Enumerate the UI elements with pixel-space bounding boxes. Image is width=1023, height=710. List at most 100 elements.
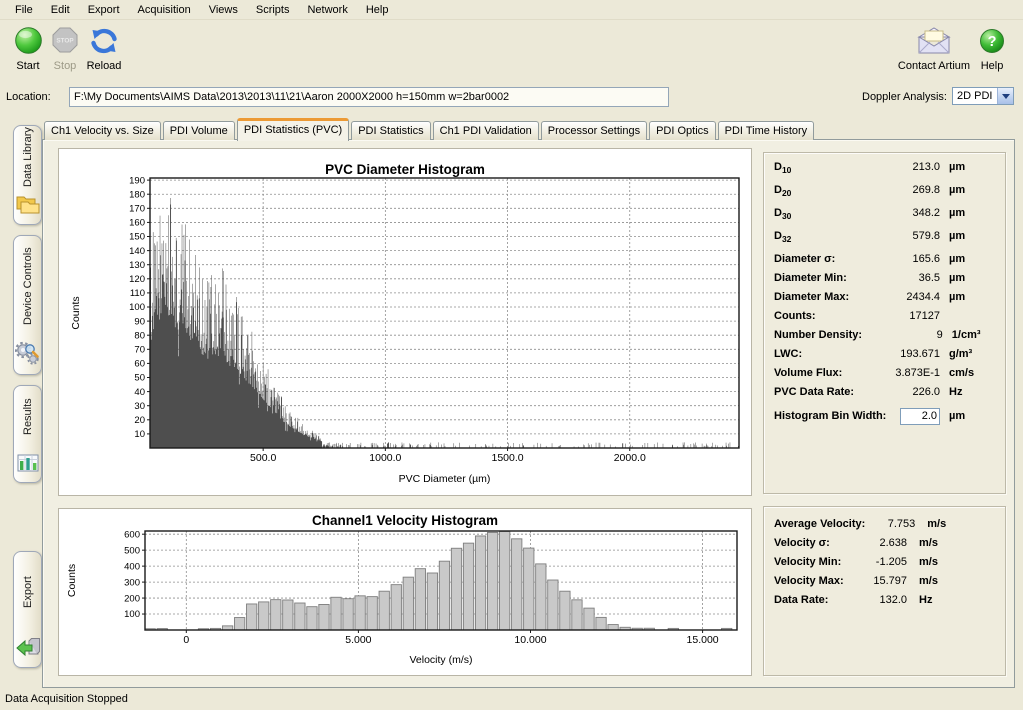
stat-unit: m/s (907, 575, 995, 587)
svg-text:2000.0: 2000.0 (614, 452, 646, 464)
svg-text:PVC Diameter Histogram: PVC Diameter Histogram (325, 162, 485, 177)
stat-label: Velocity Min: (774, 556, 851, 568)
channel1-velocity-histogram-chart: 10020030040050060005.00010.00015.000Chan… (59, 509, 751, 675)
contact-artium-button[interactable]: Contact Artium (896, 26, 972, 72)
aims-application-window: { "menu": {"items": ["File","Edit","Expo… (0, 0, 1023, 710)
stat-label: Diameter Min: (774, 272, 854, 284)
svg-text:120: 120 (129, 274, 145, 285)
combobox-dropdown-button[interactable] (997, 88, 1013, 104)
histogram-bin-width-input[interactable] (900, 408, 940, 425)
stat-label: Diameter Max: (774, 291, 854, 303)
stat-label: Data Rate: (774, 594, 851, 606)
stat-value: 165.6 (854, 253, 940, 265)
tab-pdi-time-history[interactable]: PDI Time History (718, 121, 815, 140)
stop-button[interactable]: STOP Stop (48, 26, 82, 72)
sidebar-item-results[interactable]: Results (13, 385, 42, 483)
stat-label: Average Velocity: (774, 518, 865, 530)
help-button-label: Help (972, 60, 1012, 72)
tab-pdi-statistics-pvc[interactable]: PDI Statistics (PVC) (237, 118, 349, 141)
menu-item-export[interactable]: Export (79, 2, 129, 18)
svg-text:15.000: 15.000 (687, 634, 719, 646)
stat-row-diameter-min: Diameter Min:36.5µm (764, 272, 1005, 291)
svg-text:130: 130 (129, 260, 145, 271)
pvc-diameter-histogram-panel: 1020304050607080901001101201301401501601… (58, 148, 752, 496)
stat-label: Velocity Max: (774, 575, 851, 587)
results-chart-icon (16, 452, 40, 477)
menu-item-file[interactable]: File (6, 2, 42, 18)
sidebar-item-data-library[interactable]: Data Library (13, 125, 42, 225)
stat-row-velocity: Velocity σ:2.638m/s (764, 537, 1005, 556)
svg-text:400: 400 (124, 561, 140, 572)
svg-text:190: 190 (129, 175, 145, 186)
location-field[interactable]: F:\My Documents\AIMS Data\2013\2013\11\2… (69, 87, 669, 107)
svg-text:STOP: STOP (56, 38, 74, 45)
svg-text:600: 600 (124, 529, 140, 540)
menu-item-network[interactable]: Network (298, 2, 356, 18)
start-icon (8, 26, 48, 56)
tab-pdi-volume[interactable]: PDI Volume (163, 121, 235, 140)
stat-unit: µm (940, 272, 995, 284)
gears-icon (15, 341, 40, 369)
stat-value: 269.8 (854, 184, 940, 196)
svg-text:300: 300 (124, 577, 140, 588)
stat-label: D30 (774, 207, 854, 221)
stat-row-diameter-max: Diameter Max:2434.4µm (764, 291, 1005, 310)
tab-pdi-statistics[interactable]: PDI Statistics (351, 121, 430, 140)
stat-unit: µm (940, 253, 995, 265)
stat-unit: m/s (915, 518, 995, 530)
stat-unit: m/s (907, 537, 995, 549)
menu-item-views[interactable]: Views (200, 2, 247, 18)
export-arrow-icon (15, 637, 40, 662)
start-button[interactable]: Start (8, 26, 48, 72)
menu-item-scripts[interactable]: Scripts (247, 2, 299, 18)
stat-row-average-velocity: Average Velocity:7.753m/s (764, 518, 1005, 537)
svg-text:0: 0 (183, 634, 189, 646)
stat-label: PVC Data Rate: (774, 386, 854, 398)
stat-label: D32 (774, 230, 854, 244)
sidebar-item-label: Results (22, 386, 34, 449)
stat-unit: µm (940, 184, 995, 196)
svg-text:Counts: Counts (70, 296, 82, 329)
svg-text:100: 100 (129, 302, 145, 313)
stat-label: Number Density: (774, 329, 862, 341)
stat-value: 7.753 (865, 518, 915, 530)
sidebar-item-label: Export (22, 552, 34, 634)
help-button[interactable]: ? Help (972, 26, 1012, 72)
menu-item-edit[interactable]: Edit (42, 2, 79, 18)
stat-row-d32: D32579.8µm (764, 230, 1005, 253)
stat-row-d30: D30348.2µm (764, 207, 1005, 230)
reload-button[interactable]: Reload (84, 26, 124, 72)
contact-artium-label: Contact Artium (896, 60, 972, 72)
pvc-diameter-histogram-chart: 1020304050607080901001101201301401501601… (59, 149, 751, 495)
menu-item-help[interactable]: Help (357, 2, 398, 18)
tab-processor-settings[interactable]: Processor Settings (541, 121, 647, 140)
stat-label: LWC: (774, 348, 854, 360)
svg-text:160: 160 (129, 218, 145, 229)
stat-label: Diameter σ: (774, 253, 854, 265)
stat-unit: µm (940, 207, 995, 219)
tab-strip: Ch1 Velocity vs. SizePDI VolumePDI Stati… (44, 116, 816, 140)
stat-row-histogram-bin-width: Histogram Bin Width:µm (764, 405, 1005, 427)
doppler-analysis-combobox[interactable]: 2D PDI (952, 87, 1014, 105)
menu-item-acquisition[interactable]: Acquisition (129, 2, 200, 18)
svg-text:10.000: 10.000 (514, 634, 546, 646)
svg-text:90: 90 (134, 316, 145, 327)
sidebar-item-export[interactable]: Export (13, 551, 42, 668)
sidebar-item-device-controls[interactable]: Device Controls (13, 235, 42, 375)
stop-button-label: Stop (48, 60, 82, 72)
stat-row-pvc-data-rate: PVC Data Rate:226.0Hz (764, 386, 1005, 405)
velocity-statistics-panel: Average Velocity:7.753m/sVelocity σ:2.63… (763, 506, 1006, 676)
svg-text:20: 20 (134, 415, 145, 426)
svg-text:?: ? (988, 34, 997, 50)
tab-pdi-optics[interactable]: PDI Optics (649, 121, 716, 140)
stat-value: 3.873E-1 (854, 367, 940, 379)
tab-ch1-velocity-vs-size[interactable]: Ch1 Velocity vs. Size (44, 121, 161, 140)
tab-ch1-pdi-validation[interactable]: Ch1 PDI Validation (433, 121, 539, 140)
reload-button-label: Reload (84, 60, 124, 72)
stat-row-velocity-min: Velocity Min:-1.205m/s (764, 556, 1005, 575)
svg-text:110: 110 (130, 288, 145, 299)
stat-unit: g/m³ (940, 348, 995, 360)
svg-text:100: 100 (124, 609, 140, 620)
status-bar: Data Acquisition Stopped (0, 690, 1023, 710)
svg-text:30: 30 (134, 401, 145, 412)
